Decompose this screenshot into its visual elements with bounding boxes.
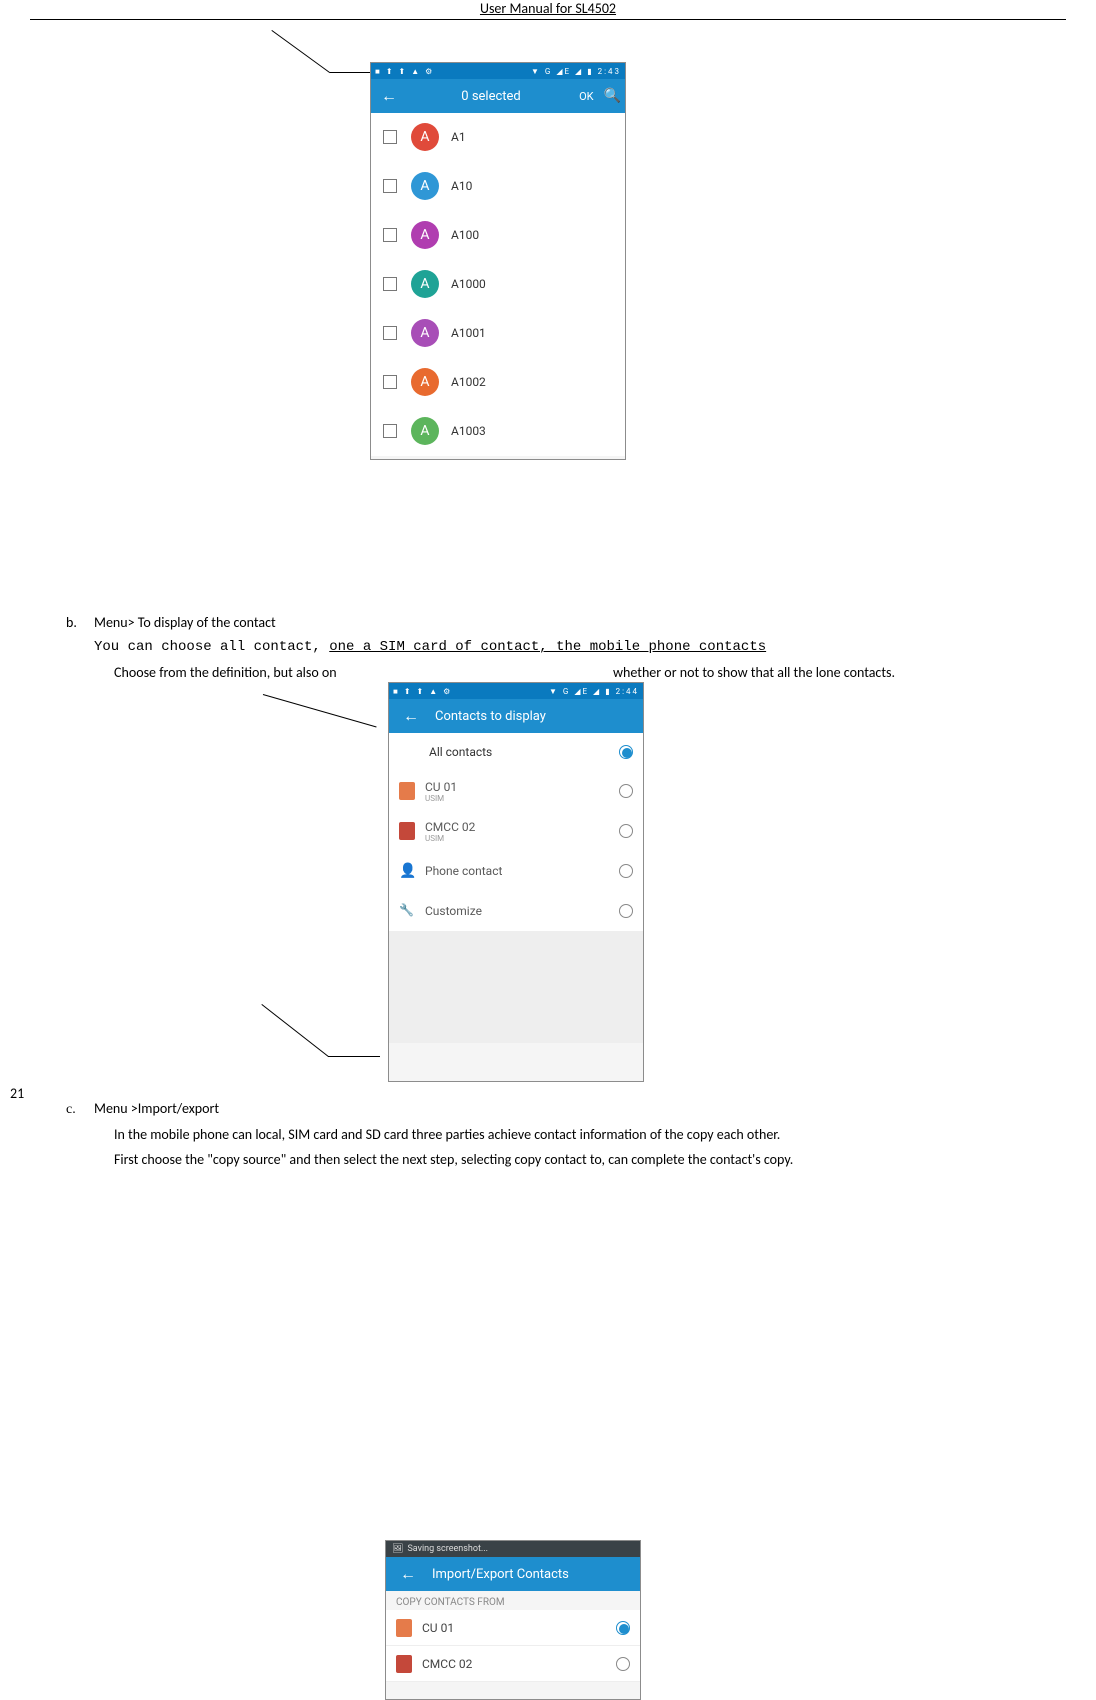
checkbox[interactable] [383, 130, 397, 144]
phone-screenshot-contacts-display: ■ ⬆ ⬆ ▲ ⚙ ▼ G ◢E ◢ ▮ 2:44 ← Contacts to … [388, 682, 644, 1082]
avatar: A [411, 221, 439, 249]
display-option-row[interactable]: CU 01USIM [389, 771, 643, 811]
checkbox[interactable] [383, 375, 397, 389]
display-option-row[interactable]: 🔧 Customize [389, 891, 643, 931]
contact-row[interactable]: A A1003 [371, 407, 625, 456]
avatar: A [411, 270, 439, 298]
back-icon[interactable]: ← [394, 1564, 422, 1584]
page-number: 21 [10, 1085, 24, 1102]
avatar: A [411, 319, 439, 347]
contact-name: A1001 [451, 326, 486, 340]
phone-screenshot-contacts-select: ■ ⬆ ⬆ ▲ ⚙ ▼ G ◢E ◢ ▮ 2:43 ← 0 selected O… [370, 62, 626, 460]
option-label: All contacts [429, 745, 609, 759]
radio[interactable] [619, 864, 633, 878]
ok-button[interactable]: OK [579, 90, 595, 103]
search-icon[interactable]: 🔍 [604, 88, 621, 104]
option-label: Phone contact [425, 864, 609, 878]
contact-name: A1003 [451, 424, 486, 438]
avatar: A [411, 417, 439, 445]
sim-icon [396, 1619, 412, 1637]
section-b-line1: You can choose all contact, [94, 639, 329, 655]
section-b-line1-u: one a SIM card of contact, the mobile ph… [329, 639, 766, 655]
copy-source-row[interactable]: CU 01 [386, 1610, 640, 1646]
option-label: CU 01USIM [425, 780, 609, 803]
section-c-p2: First choose the "copy source" and then … [66, 1147, 1066, 1172]
phone-screenshot-import-export: 🖼 Saving screenshot... ← Import/Export C… [385, 1540, 641, 1700]
display-option-row[interactable]: CMCC 02USIM [389, 811, 643, 851]
avatar: A [411, 172, 439, 200]
section-b-line2-end: whether or not to show that all the lone… [613, 664, 895, 681]
contact-row[interactable]: A A1002 [371, 358, 625, 407]
sim-icon [396, 1655, 412, 1673]
display-option-row[interactable]: All contacts [389, 733, 643, 771]
section-label: COPY CONTACTS FROM [386, 1591, 640, 1610]
section-c-p1: In the mobile phone can local, SIM card … [66, 1122, 1066, 1147]
radio[interactable] [619, 904, 633, 918]
source-label: CU 01 [422, 1621, 606, 1635]
section-c-heading: Menu >Import/export [94, 1100, 219, 1117]
copy-source-row[interactable]: CMCC 02 [386, 1646, 640, 1682]
toast-bar: 🖼 Saving screenshot... [386, 1541, 640, 1557]
contact-name: A100 [451, 228, 479, 242]
person-icon: 👤 [399, 863, 415, 879]
contact-row[interactable]: A A1 [371, 113, 625, 162]
radio[interactable] [616, 1657, 630, 1671]
contact-name: A1000 [451, 277, 486, 291]
wrench-icon: 🔧 [399, 903, 415, 919]
image-icon: 🖼 [392, 1544, 403, 1554]
checkbox[interactable] [383, 228, 397, 242]
sim-icon [399, 822, 415, 840]
section-b-heading: Menu> To display of the contact [94, 614, 276, 631]
radio[interactable] [619, 745, 633, 759]
leader-line-1 [272, 30, 364, 84]
radio[interactable] [619, 784, 633, 798]
checkbox[interactable] [383, 277, 397, 291]
radio[interactable] [619, 824, 633, 838]
avatar: A [411, 368, 439, 396]
appbar-title: Import/Export Contacts [432, 1567, 569, 1582]
contact-row[interactable]: A A1001 [371, 309, 625, 358]
sim-icon [399, 782, 415, 800]
checkbox[interactable] [383, 326, 397, 340]
back-icon[interactable]: ← [375, 86, 403, 106]
back-icon[interactable]: ← [397, 706, 425, 726]
option-label: CMCC 02USIM [425, 820, 609, 843]
toast-text: Saving screenshot... [407, 1544, 488, 1554]
appbar-title: Contacts to display [435, 709, 546, 724]
section-b-line2-start: Choose from the definition, but also on [114, 664, 337, 681]
contact-name: A1002 [451, 375, 486, 389]
contact-row[interactable]: A A100 [371, 211, 625, 260]
checkbox[interactable] [383, 179, 397, 193]
contact-row[interactable]: A A1000 [371, 260, 625, 309]
status-icons-left: ■ ⬆ ⬆ ▲ ⚙ [375, 67, 434, 76]
status-bar: ■ ⬆ ⬆ ▲ ⚙ ▼ G ◢E ◢ ▮ 2:43 [371, 63, 625, 79]
status-icons-right: ▼ G ◢E ◢ ▮ 2:43 [531, 67, 621, 76]
avatar: A [411, 123, 439, 151]
app-bar: ← Import/Export Contacts [386, 1557, 640, 1591]
appbar-title: 0 selected [411, 89, 571, 104]
contact-name: A1 [451, 130, 466, 144]
status-icons-right: ▼ G ◢E ◢ ▮ 2:44 [549, 687, 639, 696]
app-bar: ← 0 selected OK 🔍 [371, 79, 625, 113]
radio[interactable] [616, 1621, 630, 1635]
list-marker-c: c. [66, 1097, 94, 1122]
app-bar: ← Contacts to display [389, 699, 643, 733]
display-option-row[interactable]: 👤 Phone contact [389, 851, 643, 891]
status-bar: ■ ⬆ ⬆ ▲ ⚙ ▼ G ◢E ◢ ▮ 2:44 [389, 683, 643, 699]
leader-line-2 [262, 1004, 382, 1064]
contact-row[interactable]: A A10 [371, 162, 625, 211]
status-icons-left: ■ ⬆ ⬆ ▲ ⚙ [393, 687, 452, 696]
list-marker-b: b. [66, 610, 94, 635]
page-header: User Manual for SL4502 [30, 0, 1066, 20]
source-label: CMCC 02 [422, 1657, 606, 1671]
option-label: Customize [425, 904, 609, 918]
contact-name: A10 [451, 179, 472, 193]
checkbox[interactable] [383, 424, 397, 438]
